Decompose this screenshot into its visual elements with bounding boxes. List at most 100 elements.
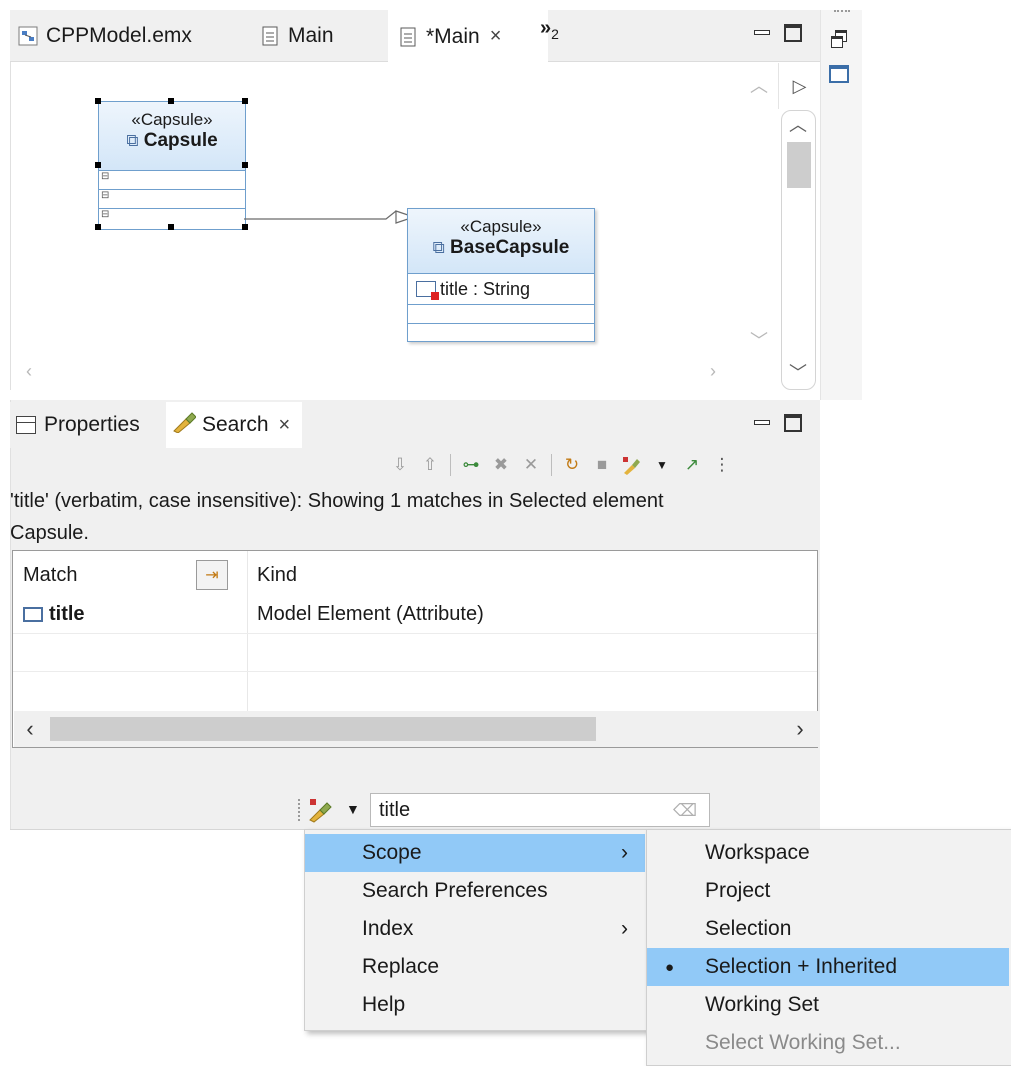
generalization-connector[interactable] xyxy=(244,203,414,233)
menu-item-label: Help xyxy=(362,993,406,1016)
menu-item-index[interactable]: Index › xyxy=(305,910,645,948)
quick-search-input[interactable]: title ⌫ xyxy=(370,793,710,827)
tab-main-dirty[interactable]: *Main × xyxy=(388,10,548,63)
search-status: 'title' (verbatim, case insensitive): Sh… xyxy=(10,485,810,549)
scroll-down-icon[interactable]: ﹀ xyxy=(747,328,771,352)
menu-item-label: Index xyxy=(362,917,414,940)
menu-item-help[interactable]: Help xyxy=(305,986,645,1024)
tab-properties[interactable]: Properties xyxy=(16,402,140,448)
selection-handle[interactable] xyxy=(242,98,248,104)
menu-item-label: Selection + Inherited xyxy=(705,955,898,978)
selection-handle[interactable] xyxy=(95,98,101,104)
menu-item-project[interactable]: Project xyxy=(647,872,1009,910)
selection-handle[interactable] xyxy=(168,224,174,230)
kind-cell: Model Element (Attribute) xyxy=(257,602,484,625)
scroll-up-icon[interactable]: ︿ xyxy=(747,73,771,97)
layout-toggle-icon[interactable]: ⇥ xyxy=(196,560,228,590)
scroll-down-icon[interactable]: ﹀ xyxy=(785,360,811,384)
menu-item-selection-inherited[interactable]: ● Selection + Inherited xyxy=(647,948,1009,986)
tab-search[interactable]: Search × xyxy=(166,402,303,448)
scroll-right-icon[interactable]: › xyxy=(701,359,725,383)
menu-item-workspace[interactable]: Workspace xyxy=(647,834,1009,872)
minimize-icon[interactable] xyxy=(752,22,772,42)
close-icon[interactable]: × xyxy=(490,25,502,48)
menu-item-selection[interactable]: Selection xyxy=(647,910,1009,948)
table-row[interactable]: title Model Element (Attribute) xyxy=(13,595,817,633)
attribute-compartment: title : String xyxy=(408,274,594,305)
stop-icon[interactable]: ■ xyxy=(592,455,612,475)
vertical-scrollbar[interactable]: ︿ ﹀ xyxy=(777,110,820,390)
drag-handle-icon[interactable] xyxy=(834,10,850,13)
submenu-arrow-icon: › xyxy=(621,841,628,864)
menu-item-label: Scope xyxy=(362,841,422,864)
tab-overflow-button[interactable]: » 2 xyxy=(540,2,559,54)
collapse-icon[interactable]: ⊟ xyxy=(101,209,109,220)
history-dropdown-icon[interactable]: ▼ xyxy=(652,455,672,475)
clear-icon[interactable]: ⌫ xyxy=(673,795,697,827)
basecapsule-shape[interactable]: «Capsule» ⧉ BaseCapsule title : String xyxy=(407,208,595,342)
selection-handle[interactable] xyxy=(95,224,101,230)
collapse-icon[interactable]: ⊟ xyxy=(101,171,109,182)
menu-item-label: Selection xyxy=(705,917,792,940)
palette-toggle-icon[interactable]: ▷ xyxy=(778,63,820,109)
minimize-icon[interactable] xyxy=(752,412,772,432)
scope-dropdown-icon[interactable]: ▼ xyxy=(346,801,360,817)
outline-view-icon[interactable] xyxy=(829,65,849,83)
scroll-right-icon[interactable]: › xyxy=(788,716,812,741)
menu-item-replace[interactable]: Replace xyxy=(305,948,645,986)
tab-label: Search xyxy=(202,413,269,436)
scope-submenu: Workspace Project Selection ● Selection … xyxy=(646,829,1011,1066)
column-header-kind[interactable]: Kind xyxy=(257,551,807,599)
horizontal-scrollbar[interactable]: ‹ › xyxy=(14,711,818,747)
selection-handle[interactable] xyxy=(168,98,174,104)
next-match-icon[interactable]: ⇩ xyxy=(390,455,410,475)
pin-view-icon[interactable]: ↗ xyxy=(682,455,702,475)
refresh-icon[interactable]: ↻ xyxy=(562,455,582,475)
capsule-name: ⧉ Capsule xyxy=(126,130,218,151)
properties-icon xyxy=(16,416,36,434)
selection-handle[interactable] xyxy=(242,162,248,168)
close-icon[interactable]: × xyxy=(279,414,291,437)
capsule-icon: ⧉ xyxy=(126,131,139,150)
results-table: Match ⇥ Kind title Model Element (Attrib… xyxy=(12,550,818,748)
search-scope-icon[interactable] xyxy=(308,797,334,823)
menu-item-label: Search Preferences xyxy=(362,879,548,902)
restore-icon[interactable] xyxy=(831,30,849,48)
search-history-icon[interactable] xyxy=(622,455,642,475)
menu-item-label: Workspace xyxy=(705,841,810,864)
compartment: ⊟ xyxy=(99,190,245,209)
collapse-icon[interactable]: ⊟ xyxy=(101,190,109,201)
menu-item-search-preferences[interactable]: Search Preferences xyxy=(305,872,645,910)
compartment xyxy=(408,324,594,342)
menu-item-working-set[interactable]: Working Set xyxy=(647,986,1009,1024)
remove-match-icon[interactable]: ✖ xyxy=(491,455,511,475)
tab-label: Properties xyxy=(44,413,140,436)
tab-cppmodel[interactable]: CPPModel.emx xyxy=(18,10,192,62)
diagram-canvas[interactable]: «Capsule» ⧉ Capsule ⊟ ⊟ ⊟ «Capsule» ⧉ Ba… xyxy=(11,63,777,393)
view-menu-icon[interactable]: ⋮ xyxy=(712,455,732,475)
drag-handle-icon[interactable] xyxy=(298,799,301,821)
tab-main[interactable]: Main xyxy=(260,10,334,62)
radio-bullet-icon: ● xyxy=(665,958,675,976)
trim-stack xyxy=(820,10,862,400)
scrollbar-thumb[interactable] xyxy=(787,142,811,188)
menu-item-label: Project xyxy=(705,879,771,902)
menu-item-scope[interactable]: Scope › xyxy=(305,834,645,872)
remove-all-matches-icon[interactable]: ✕ xyxy=(521,455,541,475)
scroll-up-icon[interactable]: ︿ xyxy=(785,112,811,136)
menu-item-label: Select Working Set... xyxy=(705,1031,901,1054)
search-toolbar: ⇩ ⇧ ⊶ ✖ ✕ ↻ ■ ▼ ↗ ⋮ xyxy=(390,448,810,482)
show-in-model-icon[interactable]: ⊶ xyxy=(461,455,481,475)
selection-handle[interactable] xyxy=(95,162,101,168)
previous-match-icon[interactable]: ⇧ xyxy=(420,455,440,475)
maximize-icon[interactable] xyxy=(784,414,802,432)
scroll-left-icon[interactable]: ‹ xyxy=(17,359,41,383)
scrollbar-thumb[interactable] xyxy=(50,717,596,741)
model-icon xyxy=(18,26,38,46)
maximize-icon[interactable] xyxy=(784,24,802,42)
capsule-shape[interactable]: «Capsule» ⧉ Capsule ⊟ ⊟ ⊟ xyxy=(98,101,246,230)
scroll-left-icon[interactable]: ‹ xyxy=(18,716,42,741)
capsule-header: «Capsule» ⧉ Capsule xyxy=(99,102,245,171)
attribute-label[interactable]: title : String xyxy=(440,279,530,300)
attribute-icon xyxy=(23,606,43,622)
